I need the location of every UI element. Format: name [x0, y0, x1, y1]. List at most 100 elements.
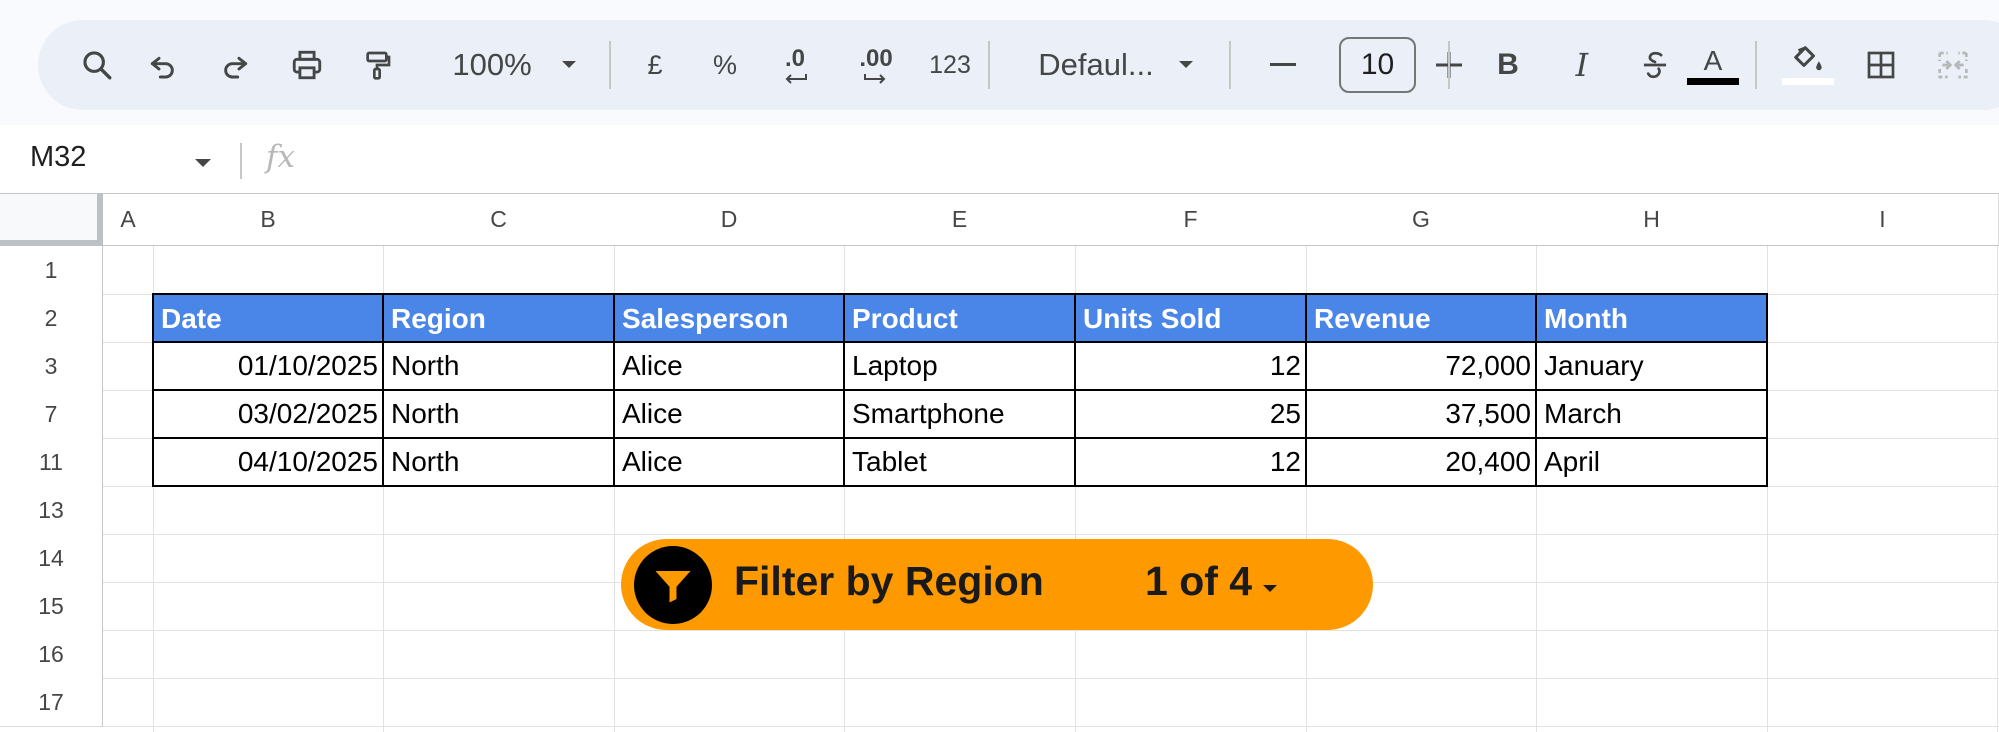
column-header-b[interactable]: B — [153, 193, 384, 246]
gridline — [1997, 246, 1998, 732]
text-color-swatch — [1687, 77, 1739, 85]
arrow-left-icon — [785, 74, 807, 84]
font-select[interactable]: Defaul... — [1021, 40, 1171, 90]
row-header-1[interactable]: 1 — [0, 246, 103, 295]
table-border — [153, 341, 1768, 343]
bold-icon[interactable]: B — [1488, 40, 1528, 90]
gridline — [103, 534, 1999, 535]
decrease-decimals-button[interactable]: .0 — [768, 40, 822, 90]
toolbar-divider — [609, 41, 611, 89]
chevron-down-icon[interactable] — [554, 40, 584, 90]
table-cell-date[interactable]: 04/10/2025 — [153, 438, 384, 486]
percent-format-button[interactable]: % — [705, 40, 745, 90]
merge-cells-icon[interactable] — [1928, 40, 1978, 90]
number-format-button[interactable]: 123 — [920, 40, 980, 90]
table-header-salesperson[interactable]: Salesperson — [614, 294, 845, 343]
formula-bar: M32 fx — [0, 125, 1999, 193]
table-cell-revenue[interactable]: 72,000 — [1306, 342, 1537, 390]
redo-icon[interactable] — [210, 40, 260, 90]
zoom-select[interactable]: 100% — [442, 40, 542, 90]
undo-icon[interactable] — [138, 40, 188, 90]
row-header-15[interactable]: 15 — [0, 582, 103, 631]
table-border — [153, 389, 1768, 391]
minus-icon[interactable] — [1263, 40, 1303, 90]
chevron-down-icon[interactable] — [1262, 581, 1278, 599]
column-header-d[interactable]: D — [614, 193, 845, 246]
filter-count: 1 of 4 — [1145, 558, 1253, 604]
table-cell-region[interactable]: North — [383, 438, 615, 486]
table-cell-month[interactable]: January — [1536, 342, 1768, 390]
row-header-11[interactable]: 11 — [0, 438, 103, 487]
table-cell-month[interactable]: April — [1536, 438, 1768, 486]
table-cell-units-sold[interactable]: 12 — [1075, 342, 1307, 390]
row-header-16[interactable]: 16 — [0, 630, 103, 679]
toolbar-divider — [1448, 41, 1450, 89]
table-header-revenue[interactable]: Revenue — [1306, 294, 1537, 343]
table-header-date[interactable]: Date — [153, 294, 384, 343]
table-cell-salesperson[interactable]: Alice — [614, 438, 845, 486]
table-cell-salesperson[interactable]: Alice — [614, 342, 845, 390]
font-size-input[interactable]: 10 — [1339, 37, 1416, 93]
paint-format-icon[interactable] — [352, 40, 402, 90]
gridline — [103, 630, 1999, 631]
name-box[interactable]: M32 — [30, 141, 86, 174]
gridline — [103, 726, 1999, 727]
table-header-region[interactable]: Region — [383, 294, 615, 343]
table-cell-salesperson[interactable]: Alice — [614, 390, 845, 438]
spreadsheet-grid: A B C D E F G H I 1 2 3 7 11 13 14 15 16… — [0, 193, 1999, 732]
table-cell-region[interactable]: North — [383, 342, 615, 390]
fx-icon: fx — [266, 139, 295, 175]
table-cell-product[interactable]: Tablet — [844, 438, 1076, 486]
select-all-corner[interactable] — [0, 193, 103, 246]
table-header-units-sold[interactable]: Units Sold — [1075, 294, 1307, 343]
column-header-i[interactable]: I — [1767, 193, 1999, 246]
table-cell-units-sold[interactable]: 12 — [1075, 438, 1307, 486]
table-cell-revenue[interactable]: 37,500 — [1306, 390, 1537, 438]
column-header-f[interactable]: F — [1075, 193, 1307, 246]
table-border — [1535, 293, 1537, 487]
column-header-a[interactable]: A — [103, 193, 154, 246]
table-cell-month[interactable]: March — [1536, 390, 1768, 438]
filter-by-region-chip[interactable]: Filter by Region 1 of 4 — [621, 539, 1373, 630]
table-cell-units-sold[interactable]: 25 — [1075, 390, 1307, 438]
table-border — [1766, 293, 1768, 487]
row-header-14[interactable]: 14 — [0, 534, 103, 583]
table-border — [153, 437, 1768, 439]
chevron-down-icon[interactable] — [194, 156, 212, 174]
column-header-e[interactable]: E — [844, 193, 1076, 246]
table-cell-product[interactable]: Smartphone — [844, 390, 1076, 438]
text-color-icon[interactable]: A — [1683, 40, 1743, 90]
table-border — [1305, 293, 1307, 487]
table-cell-date[interactable]: 03/02/2025 — [153, 390, 384, 438]
table-cell-date[interactable]: 01/10/2025 — [153, 342, 384, 390]
borders-icon[interactable] — [1856, 40, 1906, 90]
table-cell-product[interactable]: Laptop — [844, 342, 1076, 390]
table-cell-revenue[interactable]: 20,400 — [1306, 438, 1537, 486]
strikethrough-icon[interactable] — [1635, 40, 1675, 90]
table-border — [843, 293, 845, 487]
column-header-h[interactable]: H — [1536, 193, 1768, 246]
chevron-down-icon[interactable] — [1171, 40, 1201, 90]
column-header-g[interactable]: G — [1306, 193, 1537, 246]
arrow-right-icon — [864, 74, 886, 84]
row-header-3[interactable]: 3 — [0, 342, 103, 391]
fill-color-icon[interactable] — [1780, 40, 1836, 90]
row-header-2[interactable]: 2 — [0, 294, 103, 343]
search-icon[interactable] — [72, 40, 122, 90]
table-header-month[interactable]: Month — [1536, 294, 1768, 343]
gridline — [103, 678, 1999, 679]
currency-format-button[interactable]: £ — [635, 40, 675, 90]
table-border — [153, 485, 1768, 487]
row-header-17[interactable]: 17 — [0, 678, 103, 727]
increase-decimals-button[interactable]: .00 — [846, 40, 906, 90]
table-header-product[interactable]: Product — [844, 294, 1076, 343]
row-header-7[interactable]: 7 — [0, 390, 103, 439]
row-header-13[interactable]: 13 — [0, 486, 103, 535]
table-border — [382, 293, 384, 487]
print-icon[interactable] — [282, 40, 332, 90]
decrease-decimals-label: .0 — [784, 45, 805, 72]
column-header-c[interactable]: C — [383, 193, 615, 246]
table-cell-region[interactable]: North — [383, 390, 615, 438]
italic-icon[interactable]: I — [1562, 40, 1602, 90]
filter-label: Filter by Region — [734, 558, 1044, 604]
